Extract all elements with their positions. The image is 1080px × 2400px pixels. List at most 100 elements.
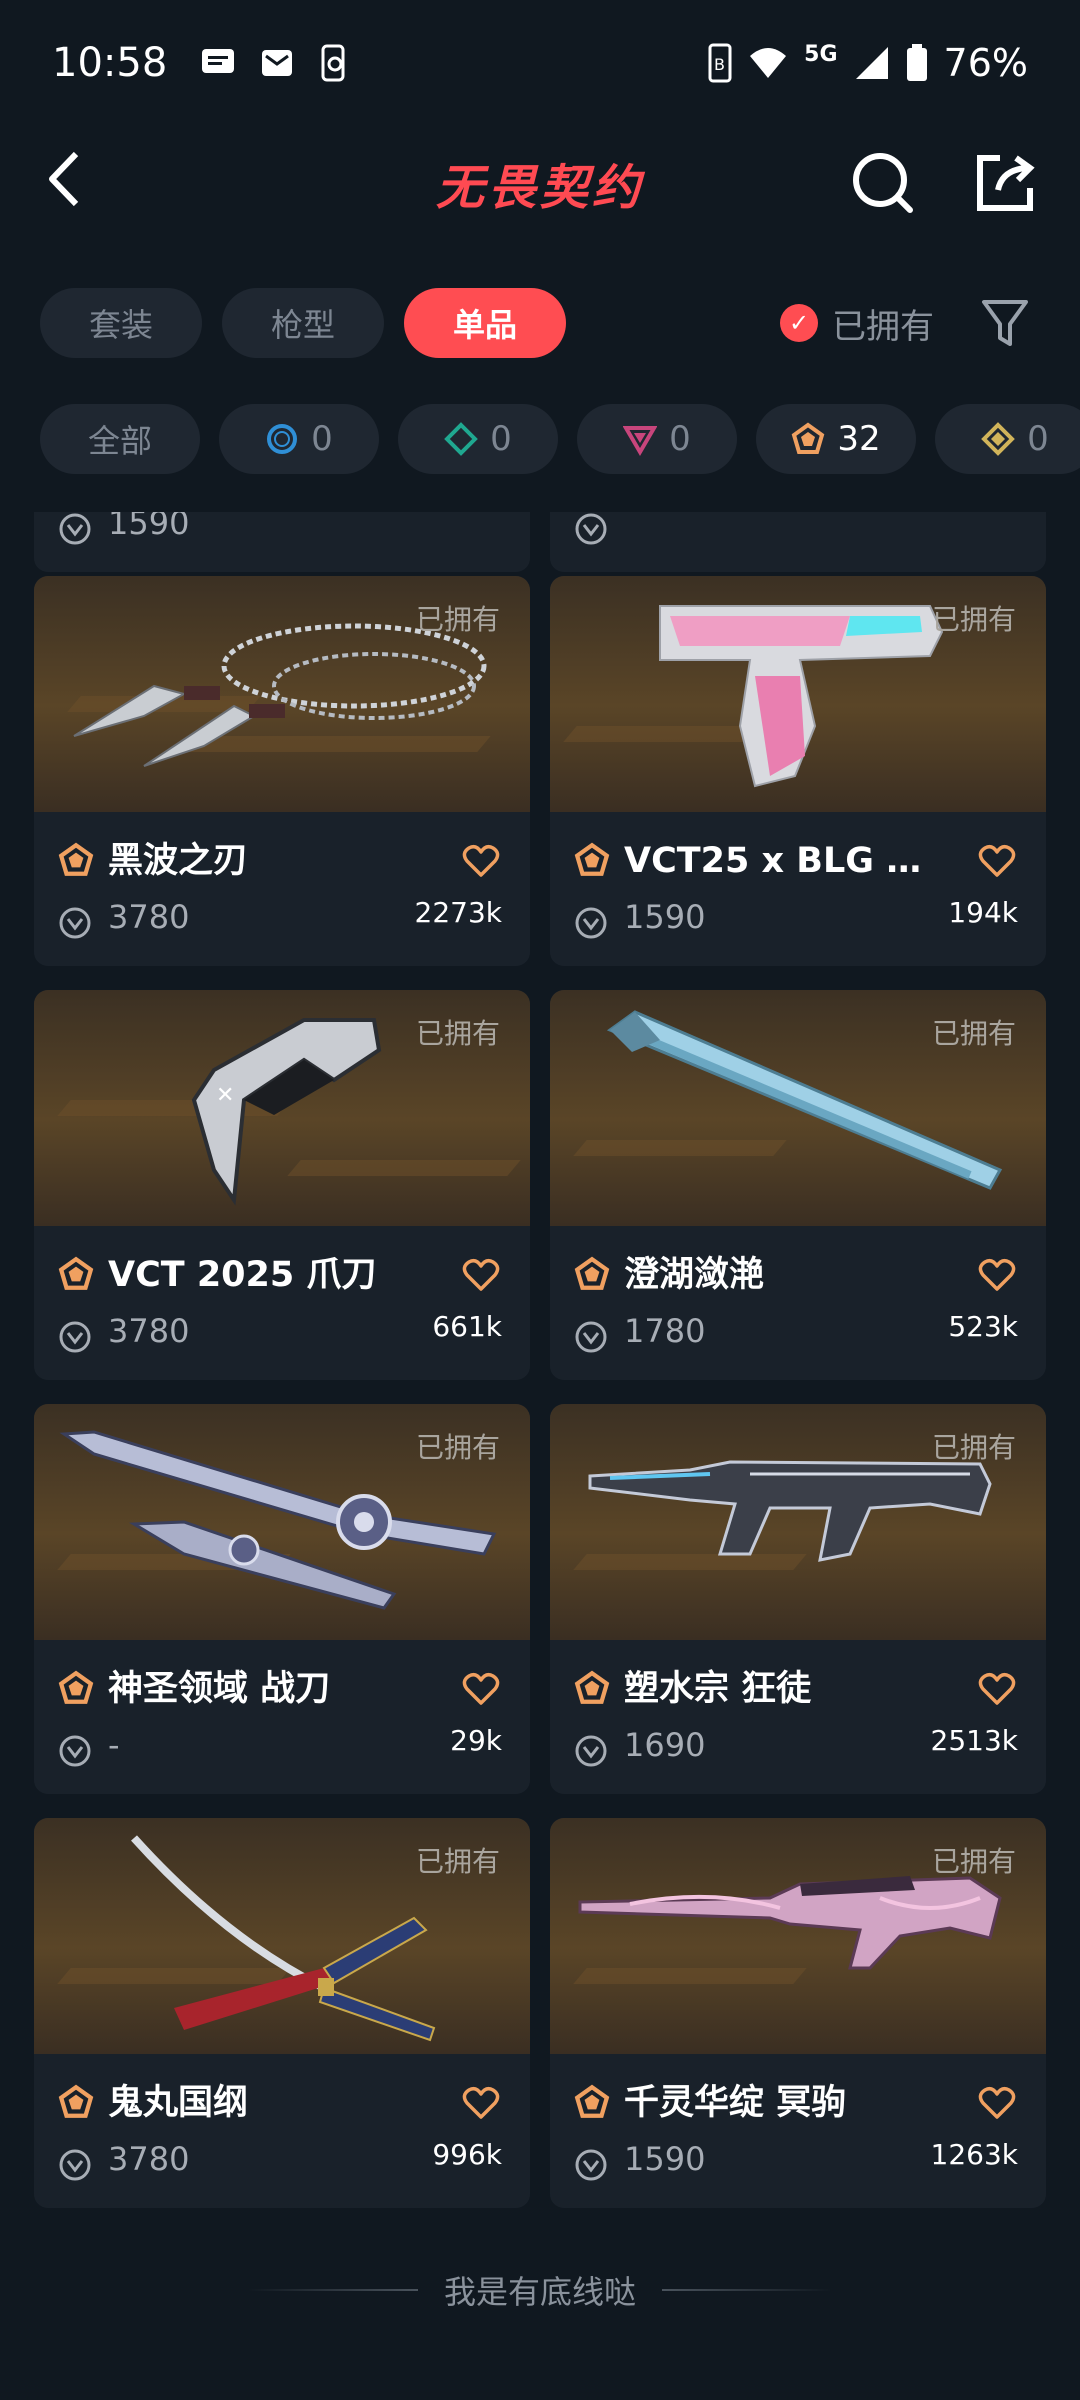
favorite-heart-icon[interactable] [462,844,500,878]
item-likes: 1263k [930,2138,1018,2171]
tier-all[interactable]: 全部 [40,404,200,474]
item-image: 已拥有 [550,576,1046,812]
item-likes: 523k [948,1310,1018,1343]
exclusive-tier-icon [574,842,610,876]
wifi-icon [750,48,787,78]
tab-single-items[interactable]: 单品 [404,288,566,358]
status-bar: 10:58 B 5G 76% [0,0,1080,126]
ultra-tier-icon [981,422,1016,456]
valorant-points-icon [59,1321,91,1353]
item-price: 1590 [624,898,706,936]
tier-exclusive-count: 32 [837,419,881,459]
item-likes: 996k [432,2138,502,2171]
item-image: 已拥有 [550,1818,1046,2054]
favorite-heart-icon[interactable] [978,2086,1016,2120]
item-image: 已拥有 [34,1404,530,1640]
filter-icon[interactable] [980,296,1030,350]
item-price: 3780 [108,1312,190,1350]
search-icon[interactable] [848,148,918,218]
item-name: 黑波之刃 [108,841,249,881]
item-card[interactable]: ✕ 已拥有 VCT 2025 爪刀 3780 661k [34,990,530,1380]
tier-select-count: 0 [311,419,333,459]
valorant-points-icon [575,513,607,545]
owned-tag: 已拥有 [931,603,1016,636]
status-time: 10:58 [52,40,168,86]
exclusive-tier-icon [58,2084,94,2118]
item-name: VCT 2025 爪刀 [108,1255,377,1295]
valorant-points-icon [59,1735,91,1767]
premium-tier-icon [623,426,658,456]
item-card[interactable]: 已拥有 鬼丸国纲 3780 996k [34,1818,530,2208]
item-likes: 2513k [930,1724,1018,1757]
item-card-partial[interactable] [550,512,1046,572]
exclusive-tier-icon [574,1256,610,1290]
share-icon[interactable] [970,148,1040,218]
favorite-heart-icon[interactable] [978,1672,1016,1706]
valorant-points-icon [575,1321,607,1353]
favorite-heart-icon[interactable] [462,2086,500,2120]
item-card[interactable]: 已拥有 神圣领域 战刀 - 29k [34,1404,530,1794]
exclusive-tier-icon [792,422,825,454]
tab-bundles[interactable]: 套装 [40,288,202,358]
tier-exclusive[interactable]: 32 [756,404,916,474]
item-grid: 1590 已拥有 黑波之刃 3780 2273k 已拥有 VCT25 x BLG… [0,512,1080,2400]
item-name: VCT25 x BLG 标... [624,841,954,881]
item-card[interactable]: 已拥有 澄湖潋滟 1780 523k [550,990,1046,1380]
app-logo: 无畏契约 [435,160,644,216]
tier-ultra[interactable]: 0 [935,404,1080,474]
tier-deluxe[interactable]: 0 [398,404,558,474]
item-image: 已拥有 [34,576,530,812]
tier-all-label: 全部 [87,422,152,460]
item-name: 鬼丸国纲 [108,2083,249,2123]
tier-select[interactable]: 0 [219,404,379,474]
favorite-heart-icon[interactable] [978,1258,1016,1292]
battery-icon [906,44,927,81]
owned-filter[interactable]: ✓ 已拥有 [780,288,934,358]
item-price: 1590 [108,512,190,542]
favorite-heart-icon[interactable] [462,1672,500,1706]
item-likes: 661k [432,1310,502,1343]
exclusive-tier-icon [58,842,94,876]
exclusive-tier-icon [58,1256,94,1290]
svg-text:✕: ✕ [216,1083,234,1108]
signal-icon [855,47,888,79]
top-header: 无畏契约 [0,126,1080,236]
phone-sync-icon [321,44,345,82]
checkmark-icon[interactable]: ✓ [780,304,818,342]
item-card[interactable]: 已拥有 VCT25 x BLG 标... 1590 194k [550,576,1046,966]
tier-premium-count: 0 [669,419,691,459]
tab-weapon-types[interactable]: 枪型 [222,288,384,358]
item-card[interactable]: 已拥有 黑波之刃 3780 2273k [34,576,530,966]
notification-icons [201,44,349,82]
tier-premium[interactable]: 0 [577,404,737,474]
owned-tag: 已拥有 [931,1845,1016,1878]
item-card[interactable]: 已拥有 千灵华绽 冥驹 1590 1263k [550,1818,1046,2208]
favorite-heart-icon[interactable] [462,1258,500,1292]
item-image: 已拥有 [34,1818,530,2054]
item-price: 1780 [624,1312,706,1350]
item-likes: 29k [450,1724,502,1757]
divider [662,2289,832,2291]
favorite-heart-icon[interactable] [978,844,1016,878]
valorant-points-icon [575,907,607,939]
item-card-partial[interactable]: 1590 [34,512,530,572]
item-card[interactable]: 已拥有 塑水宗 狂徒 1690 2513k [550,1404,1046,1794]
item-likes: 194k [948,896,1018,929]
valorant-points-icon [575,1735,607,1767]
item-image: ✕ 已拥有 [34,990,530,1226]
item-image: 已拥有 [550,990,1046,1226]
select-tier-icon [267,424,298,454]
valorant-points-icon [59,2149,91,2181]
item-image: 已拥有 [550,1404,1046,1640]
list-end-footer: 我是有底线哒 [0,2260,1080,2320]
exclusive-tier-icon [574,2084,610,2118]
owned-tag: 已拥有 [931,1431,1016,1464]
mail-icon [262,50,293,76]
tier-filter-row: 全部 0 0 0 32 0 [0,404,1080,476]
tier-ultra-count: 0 [1027,419,1049,459]
item-price: - [108,1726,120,1764]
item-name: 澄湖潋滟 [624,1255,765,1295]
exclusive-tier-icon [58,1670,94,1704]
valorant-points-icon [575,2149,607,2181]
owned-tag: 已拥有 [415,1845,500,1878]
